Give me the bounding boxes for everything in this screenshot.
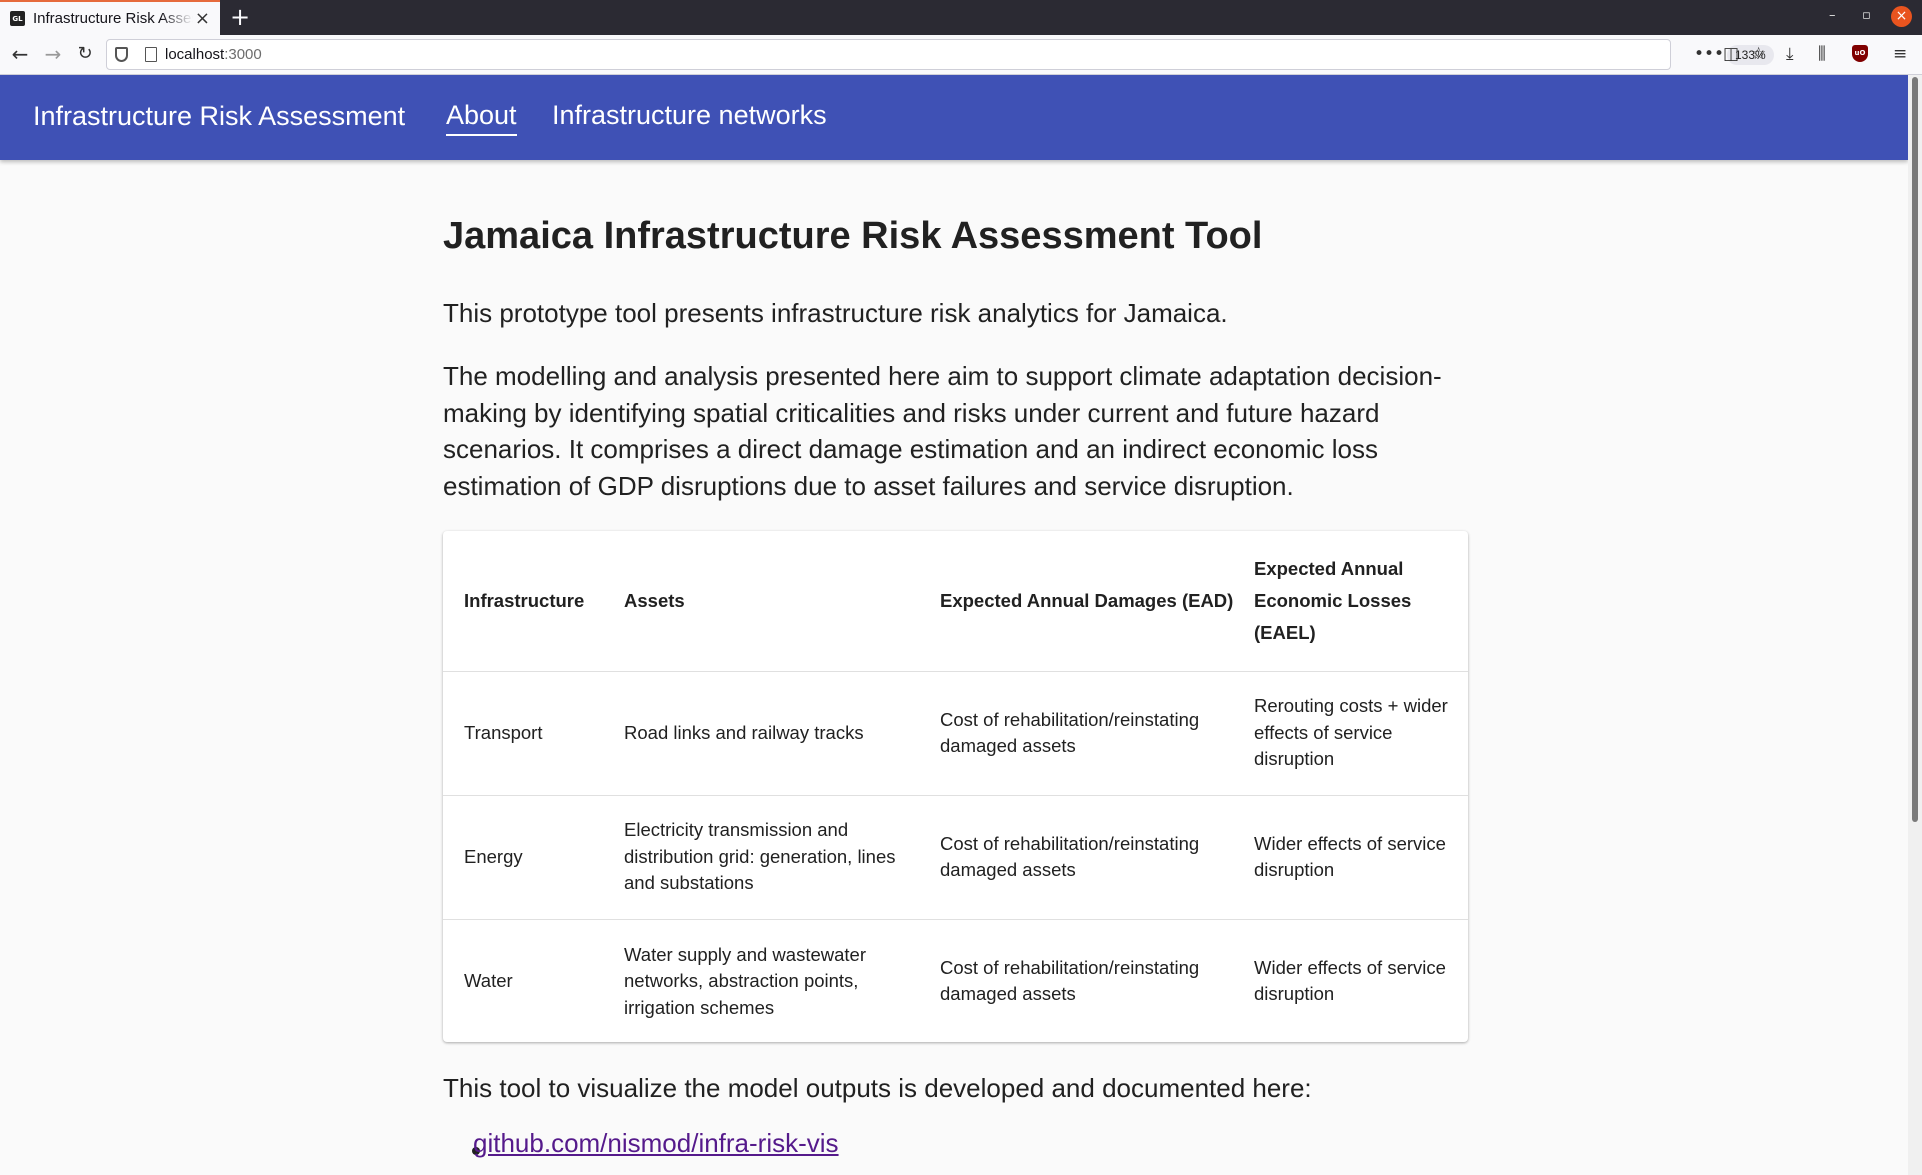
tab-close-icon[interactable]: ×	[195, 9, 210, 28]
table-row: Water Water supply and wastewater networ…	[443, 919, 1468, 1042]
risk-table: Infrastructure Assets Expected Annual Da…	[443, 531, 1468, 1042]
table-row: Energy Electricity transmission and dist…	[443, 795, 1468, 920]
page-info-icon[interactable]	[145, 47, 157, 62]
description-paragraph: The modelling and analysis presented her…	[443, 361, 1442, 501]
scrollbar-thumb[interactable]	[1912, 77, 1918, 822]
address-bar[interactable]: localhost:3000 133%	[106, 39, 1774, 70]
nav-about[interactable]: About	[446, 100, 517, 136]
table-cell: Cost of rehabilitation/reinstating damag…	[940, 795, 1254, 920]
forward-icon[interactable]: →	[42, 43, 64, 65]
browser-tab-strip: GL Infrastructure Risk Assessment × + – …	[0, 0, 1922, 35]
page-title: Jamaica Infrastructure Risk Assessment T…	[443, 215, 1263, 257]
table-header-row: Infrastructure Assets Expected Annual Da…	[443, 531, 1468, 672]
table-cell: Water	[464, 970, 513, 991]
bookmark-star-icon[interactable]: ☆	[1751, 43, 1766, 65]
page-scrollbar[interactable]	[1908, 75, 1922, 1175]
menu-icon[interactable]: ≡	[1893, 43, 1907, 65]
outro-paragraph: This tool to visualize the model outputs…	[443, 1073, 1312, 1103]
new-tab-icon[interactable]: +	[230, 3, 250, 31]
table-cell: Electricity transmission and distributio…	[624, 795, 940, 920]
table-cell: Cost of rehabilitation/reinstating damag…	[940, 956, 1200, 1005]
page-viewport: Infrastructure Risk Assessment About Inf…	[0, 75, 1908, 1175]
table-cell: Cost of rehabilitation/reinstating damag…	[940, 671, 1254, 796]
github-link[interactable]: github.com/nismod/infra-risk-vis	[473, 1128, 839, 1158]
downloads-icon[interactable]: ⤓	[1786, 43, 1794, 65]
column-header: Expected Annual Damages (EAD)	[940, 531, 1254, 672]
url-text[interactable]: localhost:3000	[165, 46, 262, 63]
favicon-icon: GL	[10, 11, 25, 26]
nav-infrastructure-networks[interactable]: Infrastructure networks	[552, 100, 827, 131]
browser-tab[interactable]: GL Infrastructure Risk Assessment ×	[0, 0, 220, 35]
library-icon[interactable]: ⫼	[1818, 43, 1826, 65]
window-close-icon[interactable]: ×	[1891, 6, 1912, 27]
column-header: Infrastructure	[443, 531, 624, 672]
list-item: github.com/nismod/infra-risk-vis	[473, 1128, 839, 1159]
intro-paragraph: This prototype tool presents infrastruct…	[443, 298, 1228, 328]
browser-toolbar: ← → ↻ localhost:3000 133% ••• ◫ ☆ ⤓ ⫼ ≡	[0, 35, 1922, 75]
app-brand[interactable]: Infrastructure Risk Assessment	[33, 101, 405, 132]
app-header: Infrastructure Risk Assessment About Inf…	[0, 75, 1908, 160]
table-cell: Water supply and wastewater networks, ab…	[624, 943, 866, 1018]
table-row: Transport Road links and railway tracks …	[443, 671, 1468, 796]
table-cell: Wider effects of service disruption	[1254, 795, 1468, 920]
tab-title: Infrastructure Risk Assessment	[33, 10, 193, 27]
column-header: Expected Annual Economic Losses (EAEL)	[1254, 531, 1468, 672]
restore-icon[interactable]: ▫	[1862, 8, 1871, 23]
table-cell: Wider effects of service disruption	[1254, 956, 1446, 1005]
tracking-shield-icon[interactable]	[115, 47, 128, 62]
table-cell: Transport	[443, 671, 624, 796]
column-header: Assets	[624, 531, 940, 672]
table-cell: Road links and railway tracks	[624, 671, 940, 796]
table-cell: Energy	[443, 795, 624, 920]
reload-icon[interactable]: ↻	[74, 43, 96, 65]
minimize-icon[interactable]: –	[1829, 8, 1836, 23]
page-actions-icon[interactable]: •••	[1694, 43, 1724, 65]
ublock-icon[interactable]: uO	[1852, 45, 1868, 62]
risk-table-card: Infrastructure Assets Expected Annual Da…	[443, 531, 1468, 1042]
back-icon[interactable]: ←	[9, 43, 31, 65]
pocket-icon[interactable]: ◫	[1723, 43, 1739, 65]
table-cell: Rerouting costs + wider effects of servi…	[1254, 671, 1468, 796]
